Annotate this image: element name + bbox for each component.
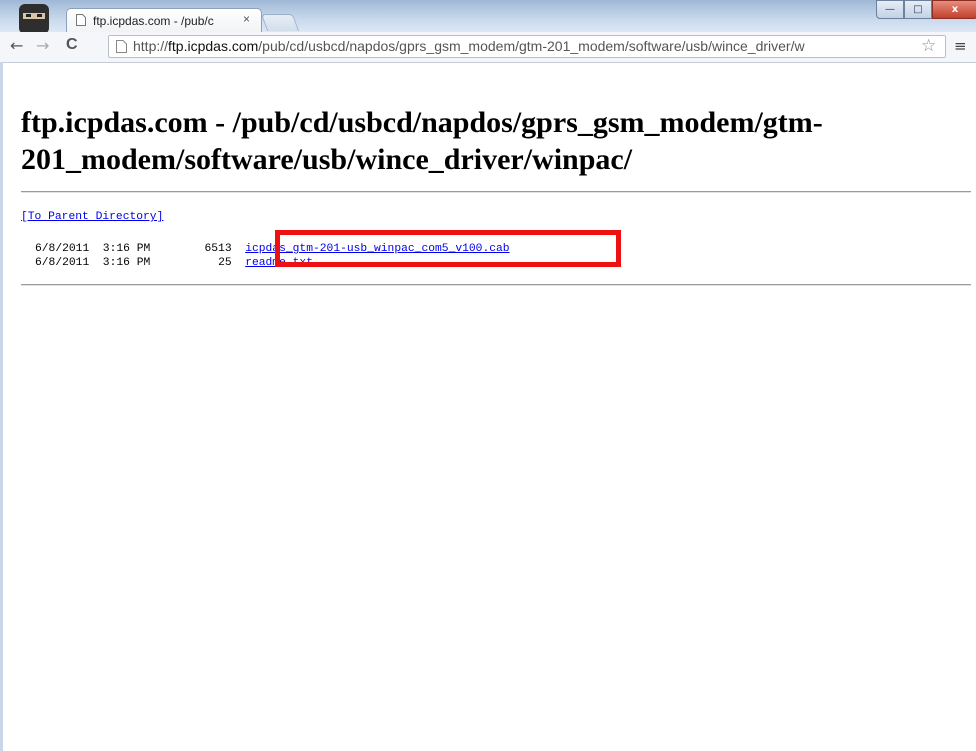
forward-button[interactable]: → (36, 36, 49, 55)
page-heading: ftp.icpdas.com - /pub/cd/usbcd/napdos/gp… (21, 106, 823, 176)
bookmark-star-icon[interactable]: ☆ (921, 36, 936, 56)
profile-avatar-icon[interactable] (16, 2, 52, 34)
address-bar[interactable]: http://ftp.icpdas.com/pub/cd/usbcd/napdo… (108, 35, 946, 58)
url-text: http://ftp.icpdas.com/pub/cd/usbcd/napdo… (133, 38, 805, 54)
tab-close-icon[interactable]: × (243, 12, 250, 26)
window-border (0, 62, 3, 751)
page-icon (76, 14, 86, 26)
menu-icon[interactable]: ≡ (954, 37, 967, 55)
tab-active[interactable]: ftp.icpdas.com - /pub/c × (66, 8, 262, 32)
back-button[interactable]: ← (10, 36, 23, 55)
browser-toolbar: ← → C http://ftp.icpdas.com/pub/cd/usbcd… (0, 32, 976, 63)
maximize-button[interactable]: □ (904, 0, 932, 19)
tab-title: ftp.icpdas.com - /pub/c (93, 14, 214, 28)
parent-directory-link[interactable]: [To Parent Directory] (21, 211, 163, 223)
window-controls: — □ x (876, 0, 976, 20)
divider (21, 191, 971, 193)
divider (21, 284, 971, 286)
close-window-button[interactable]: x (932, 0, 976, 19)
reload-button[interactable]: C (66, 36, 78, 54)
window-titlebar: ftp.icpdas.com - /pub/c × — □ x (0, 0, 976, 34)
highlight-box (275, 230, 621, 267)
new-tab-button[interactable] (260, 14, 300, 31)
page-icon (116, 40, 127, 53)
list-item: 6/8/2011 3:16 PM 25 readme.txt (35, 257, 313, 269)
minimize-button[interactable]: — (876, 0, 904, 19)
